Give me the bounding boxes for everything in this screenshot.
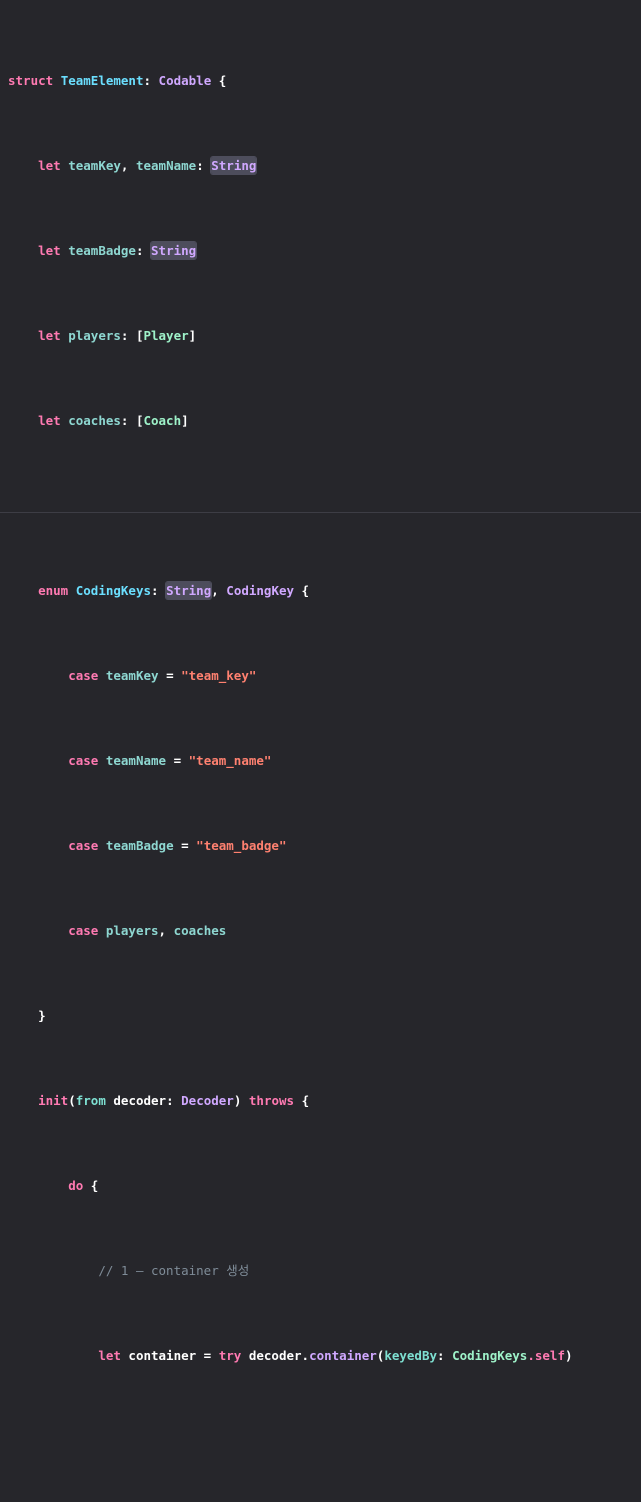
keyword-case: case bbox=[68, 753, 99, 768]
type-player: Player bbox=[143, 328, 189, 343]
method-container: container bbox=[309, 1348, 377, 1363]
var-container: container bbox=[128, 1348, 197, 1363]
code-line-blank[interactable] bbox=[8, 1432, 641, 1449]
case-coaches: coaches bbox=[173, 923, 227, 938]
type-teamelement: TeamElement bbox=[60, 73, 144, 88]
code-line[interactable]: do { bbox=[8, 1177, 641, 1194]
case-teamkey: teamKey bbox=[105, 668, 159, 683]
keyword-let: let bbox=[38, 158, 61, 173]
var-decoder: decoder bbox=[248, 1348, 302, 1363]
property-teambadge: teamBadge bbox=[68, 243, 136, 258]
code-line[interactable]: let container = try decoder.container(ke… bbox=[8, 1347, 641, 1364]
keyword-let: let bbox=[38, 328, 61, 343]
code-line[interactable]: case teamKey = "team_key" bbox=[8, 667, 641, 684]
type-string: String bbox=[166, 582, 212, 599]
keyword-let: let bbox=[98, 1348, 121, 1363]
keyword-case: case bbox=[68, 668, 99, 683]
type-codingkeys: CodingKeys bbox=[75, 583, 152, 598]
closing-brace: } bbox=[8, 1008, 46, 1023]
keyword-let: let bbox=[38, 413, 61, 428]
code-line[interactable]: let teamKey, teamName: String bbox=[8, 157, 641, 174]
code-line[interactable]: let coaches: [Coach] bbox=[8, 412, 641, 429]
case-teambadge: teamBadge bbox=[105, 838, 174, 853]
property-teamname: teamName bbox=[135, 158, 197, 173]
code-line[interactable]: enum CodingKeys: String, CodingKey { bbox=[8, 582, 641, 599]
string-team-name: "team_name" bbox=[188, 753, 272, 768]
code-content[interactable]: struct TeamElement: Codable { let teamKe… bbox=[8, 4, 641, 1502]
keyword-let: let bbox=[38, 243, 61, 258]
type-string: String bbox=[211, 157, 257, 174]
string-team-badge: "team_badge" bbox=[196, 838, 287, 853]
type-decoder: Decoder bbox=[181, 1093, 234, 1108]
code-editor[interactable]: struct TeamElement: Codable { let teamKe… bbox=[0, 0, 641, 1363]
comment-container: // 1 – container 생성 bbox=[98, 1263, 250, 1278]
code-line[interactable]: init(from decoder: Decoder) throws { bbox=[8, 1092, 641, 1109]
keyword-throws: throws bbox=[248, 1093, 295, 1108]
code-line[interactable]: struct TeamElement: Codable { bbox=[8, 72, 641, 89]
string-team-key: "team_key" bbox=[181, 668, 257, 683]
param-decoder: decoder bbox=[113, 1093, 167, 1108]
keyword-do: do bbox=[68, 1178, 84, 1193]
code-line[interactable]: case teamName = "team_name" bbox=[8, 752, 641, 769]
label-keyedby: keyedBy bbox=[384, 1348, 438, 1363]
code-line[interactable]: case teamBadge = "team_badge" bbox=[8, 837, 641, 854]
keyword-case: case bbox=[68, 838, 99, 853]
case-teamname: teamName bbox=[105, 753, 167, 768]
code-line[interactable]: let players: [Player] bbox=[8, 327, 641, 344]
type-coach: Coach bbox=[143, 413, 182, 428]
case-players: players bbox=[105, 923, 159, 938]
keyword-case: case bbox=[68, 923, 99, 938]
mark-separator-rule bbox=[0, 512, 641, 513]
keyword-try: try bbox=[218, 1348, 242, 1363]
keyword-struct: struct bbox=[8, 73, 54, 88]
type-codingkey: CodingKey bbox=[226, 583, 295, 598]
type-string: String bbox=[151, 242, 197, 259]
type-codingkeys-ref: CodingKeys bbox=[452, 1348, 528, 1363]
keyword-init: init bbox=[38, 1093, 69, 1108]
property-players: players bbox=[68, 328, 121, 343]
label-from: from bbox=[75, 1093, 106, 1108]
code-line[interactable]: } bbox=[8, 1007, 641, 1024]
property-coaches: coaches bbox=[68, 413, 121, 428]
keyword-self: .self bbox=[527, 1348, 565, 1363]
type-codable: Codable bbox=[158, 73, 212, 88]
code-line[interactable]: // 1 – container 생성 bbox=[8, 1262, 641, 1279]
code-line[interactable]: let teamBadge: String bbox=[8, 242, 641, 259]
keyword-enum: enum bbox=[38, 583, 69, 598]
code-line[interactable]: case players, coaches bbox=[8, 922, 641, 939]
property-teamkey: teamKey bbox=[68, 158, 121, 173]
